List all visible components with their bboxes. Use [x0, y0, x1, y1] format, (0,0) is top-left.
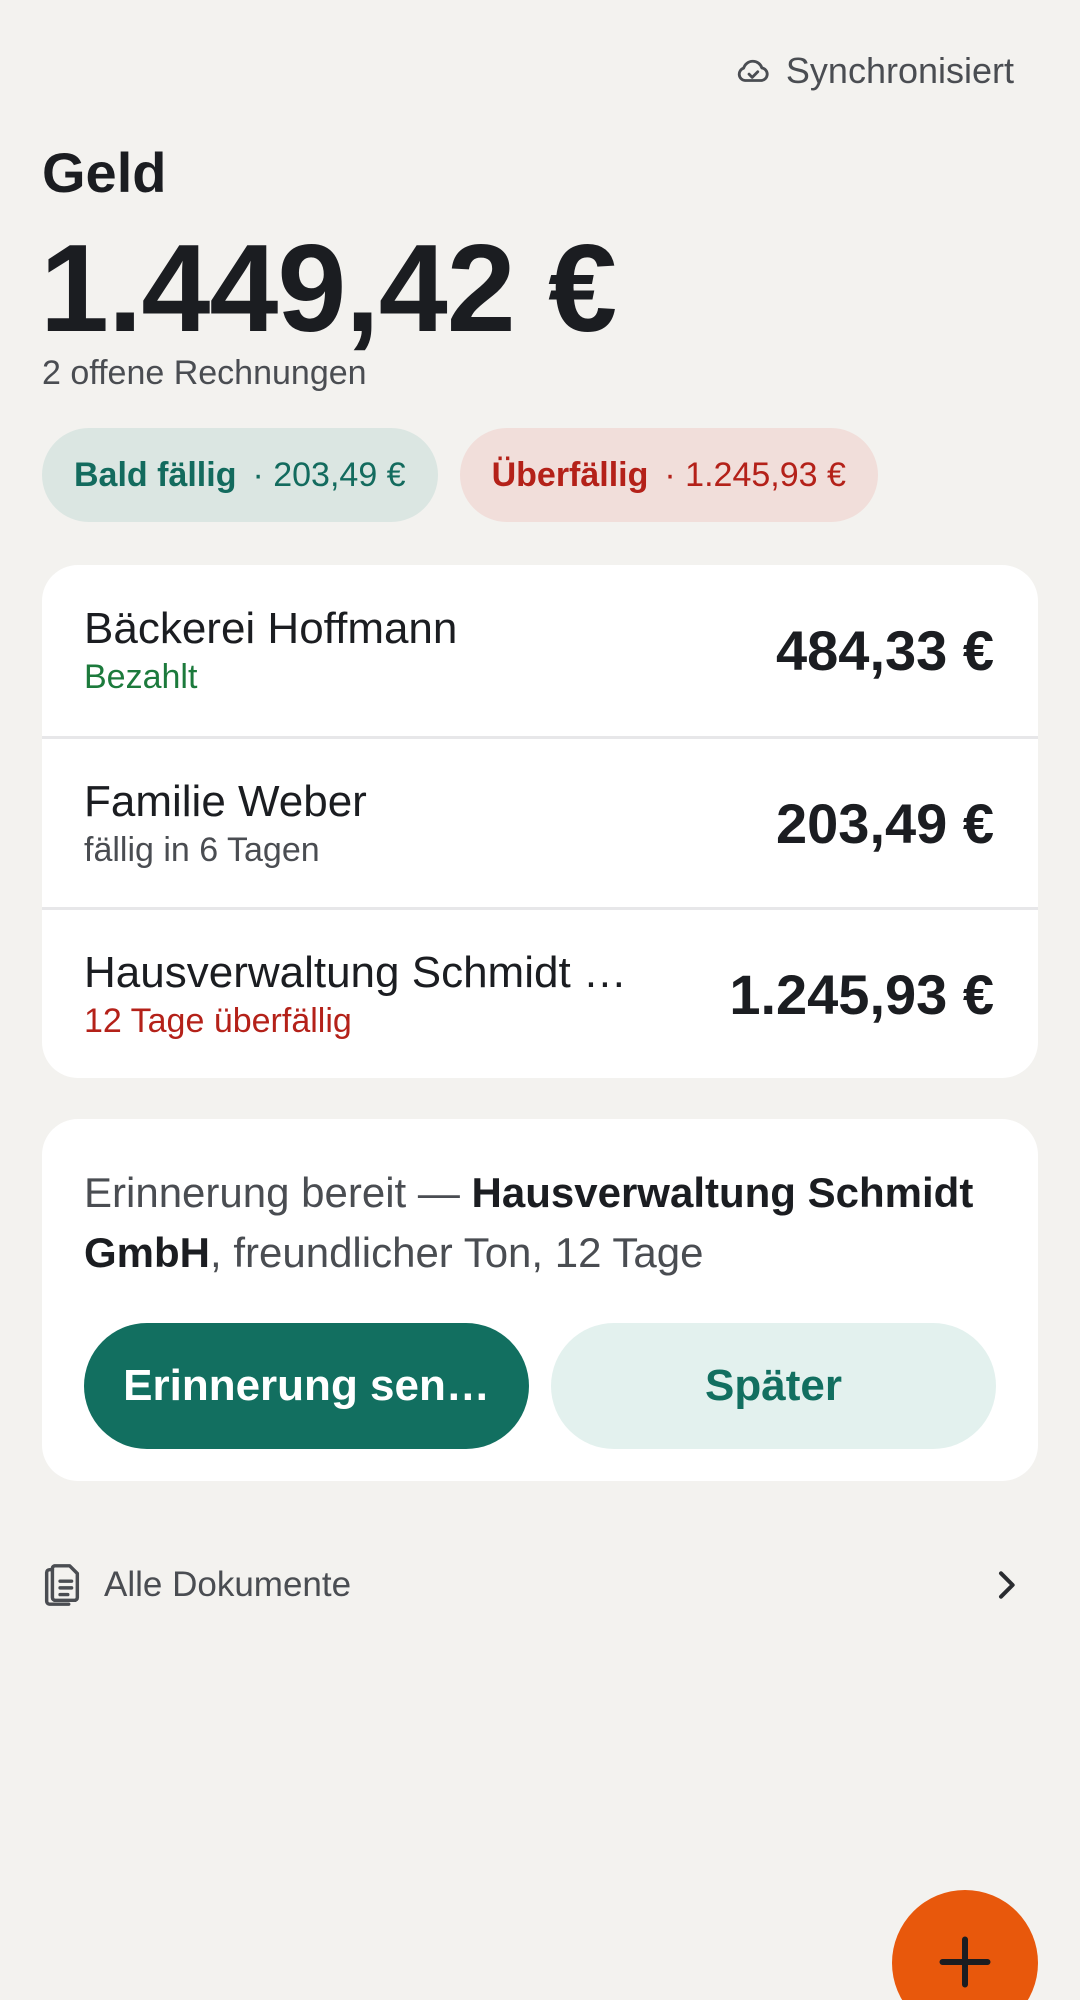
plus-icon: [939, 1936, 991, 1988]
invoice-name: Hausverwaltung Schmidt …: [84, 947, 627, 997]
due-soon-amount: · 203,49 €: [252, 455, 406, 494]
money-screen: Synchronisiert Geld 1.449,42 € 2 offene …: [0, 0, 1080, 2000]
overdue-amount: · 1.245,93 €: [664, 455, 846, 494]
all-documents-label: Alle Dokumente: [104, 1565, 352, 1604]
total-balance: 1.449,42 €: [40, 220, 617, 358]
invoice-list: Bäckerei Hoffmann Bezahlt 484,33 € Famil…: [42, 565, 1038, 1078]
document-icon: [44, 1564, 80, 1606]
reminder-suffix: , freundlicher Ton, 12 Tage: [210, 1229, 704, 1276]
invoice-row[interactable]: Bäckerei Hoffmann Bezahlt 484,33 €: [42, 565, 1038, 736]
reminder-text: Erinnerung bereit — Hausverwaltung Schmi…: [84, 1163, 996, 1283]
filter-chips: Bald fällig · 203,49 € Überfällig · 1.24…: [42, 428, 878, 522]
invoice-status: fällig in 6 Tagen: [84, 830, 320, 869]
send-reminder-button[interactable]: Erinnerung sen…: [84, 1323, 529, 1449]
invoice-status: 12 Tage überfällig: [84, 1001, 352, 1040]
all-documents-link[interactable]: Alle Dokumente: [42, 1560, 1038, 1610]
page-title: Geld: [42, 141, 167, 204]
chevron-right-icon: [999, 1571, 1015, 1599]
open-invoices-count: 2 offene Rechnungen: [42, 354, 367, 392]
invoice-name: Bäckerei Hoffmann: [84, 604, 458, 653]
due-soon-chip[interactable]: Bald fällig · 203,49 €: [42, 428, 438, 522]
reminder-actions: Erinnerung sen… Später: [84, 1323, 996, 1449]
invoice-amount: 203,49 €: [776, 791, 994, 855]
invoice-status: Bezahlt: [84, 658, 198, 696]
overdue-chip[interactable]: Überfällig · 1.245,93 €: [459, 428, 878, 522]
sync-status-label: Synchronisiert: [785, 50, 1014, 91]
invoice-name: Familie Weber: [84, 776, 367, 826]
invoice-row[interactable]: Hausverwaltung Schmidt … 12 Tage überfäl…: [42, 907, 1038, 1078]
invoice-row[interactable]: Familie Weber fällig in 6 Tagen 203,49 €: [42, 736, 1038, 907]
invoice-amount: 484,33 €: [776, 619, 994, 682]
invoice-amount: 1.245,93 €: [729, 962, 994, 1026]
sync-status[interactable]: Synchronisiert: [734, 50, 1014, 92]
add-button[interactable]: [892, 1890, 1038, 2000]
cloud-check-icon: [737, 59, 769, 82]
later-button[interactable]: Später: [551, 1323, 996, 1449]
overdue-label: Überfällig: [491, 455, 649, 494]
due-soon-label: Bald fällig: [74, 455, 237, 494]
reminder-prefix: Erinnerung bereit —: [84, 1169, 472, 1216]
reminder-card: Erinnerung bereit — Hausverwaltung Schmi…: [42, 1119, 1038, 1481]
